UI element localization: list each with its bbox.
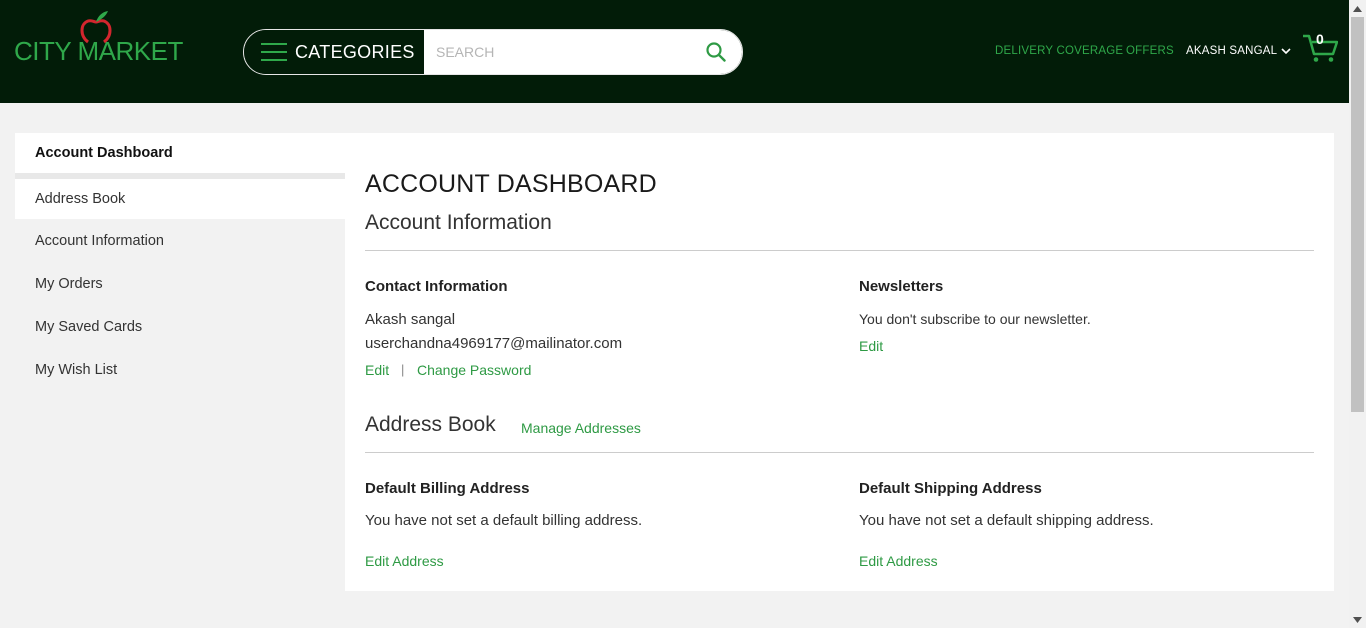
- contact-information-title: Contact Information: [365, 278, 508, 295]
- sidebar-item-account-dashboard[interactable]: Account Dashboard: [15, 133, 345, 173]
- sidebar-item-account-information[interactable]: Account Information: [15, 219, 345, 262]
- search-button[interactable]: [690, 30, 742, 74]
- hamburger-icon: [261, 43, 287, 61]
- newsletters-title: Newsletters: [859, 278, 944, 295]
- user-name: AKASH SANGAL: [1186, 45, 1278, 57]
- page-title: ACCOUNT DASHBOARD: [365, 170, 657, 198]
- account-sidebar: Account Dashboard Address Book Account I…: [15, 133, 345, 591]
- delivery-coverage-link[interactable]: DELIVERY COVERAGE: [995, 45, 1123, 57]
- sidebar-item-my-orders[interactable]: My Orders: [15, 262, 345, 305]
- newsletters-text: You don't subscribe to our newsletter.: [859, 311, 1091, 327]
- change-password-link[interactable]: Change Password: [417, 362, 531, 378]
- categories-button[interactable]: CATEGORIES: [244, 30, 424, 74]
- logo-text: CITY MARKET: [14, 36, 183, 66]
- sidebar-item-my-wish-list[interactable]: My Wish List: [15, 348, 345, 391]
- contact-edit-link[interactable]: Edit: [365, 362, 389, 378]
- billing-edit-address-link[interactable]: Edit Address: [365, 553, 444, 569]
- sidebar-item-label: Address Book: [35, 191, 126, 207]
- search-icon: [706, 42, 726, 62]
- sidebar-item-label: Account Dashboard: [35, 145, 173, 161]
- site-header: CITY MARKET CATEGORIES DELIVERY COVERAGE…: [0, 0, 1349, 103]
- address-book-heading: Address Book: [365, 413, 496, 436]
- contact-email: userchandna4969177@mailinator.com: [365, 335, 623, 352]
- chevron-down-icon: [1281, 47, 1291, 54]
- scroll-down-arrow-icon[interactable]: [1349, 611, 1366, 628]
- sidebar-item-my-saved-cards[interactable]: My Saved Cards: [15, 305, 345, 348]
- default-billing-title: Default Billing Address: [365, 480, 530, 497]
- city-market-logo[interactable]: CITY MARKET: [14, 10, 183, 66]
- newsletters-edit-link[interactable]: Edit: [859, 338, 883, 354]
- section-divider: [365, 250, 1314, 251]
- shipping-address-text: You have not set a default shipping addr…: [859, 512, 1154, 529]
- shipping-edit-address-link[interactable]: Edit Address: [859, 553, 938, 569]
- sidebar-item-label: Account Information: [35, 232, 164, 249]
- sidebar-item-label: My Wish List: [35, 361, 118, 378]
- cart-count-badge: 0: [1316, 31, 1324, 47]
- account-information-heading: Account Information: [365, 211, 552, 234]
- sidebar-item-label: My Orders: [35, 275, 103, 292]
- scrollbar-thumb[interactable]: [1351, 17, 1364, 412]
- default-shipping-title: Default Shipping Address: [859, 480, 1042, 497]
- sidebar-item-address-book[interactable]: Address Book: [15, 179, 345, 219]
- contact-name: Akash sangal: [365, 311, 456, 328]
- billing-address-text: You have not set a default billing addre…: [365, 512, 643, 529]
- user-menu[interactable]: AKASH SANGAL: [1186, 45, 1291, 57]
- scroll-up-arrow-icon[interactable]: [1349, 0, 1366, 17]
- categories-label: CATEGORIES: [295, 41, 415, 62]
- page-scrollbar[interactable]: [1349, 0, 1366, 628]
- link-separator: |: [401, 362, 405, 377]
- manage-addresses-link[interactable]: Manage Addresses: [521, 420, 641, 436]
- search-bar: CATEGORIES: [243, 29, 743, 75]
- search-input[interactable]: [424, 30, 690, 74]
- section-divider: [365, 452, 1314, 453]
- offers-link[interactable]: OFFERS: [1126, 45, 1174, 57]
- account-dashboard-panel: ACCOUNT DASHBOARD Account Information Co…: [345, 133, 1334, 591]
- sidebar-item-label: My Saved Cards: [35, 318, 143, 335]
